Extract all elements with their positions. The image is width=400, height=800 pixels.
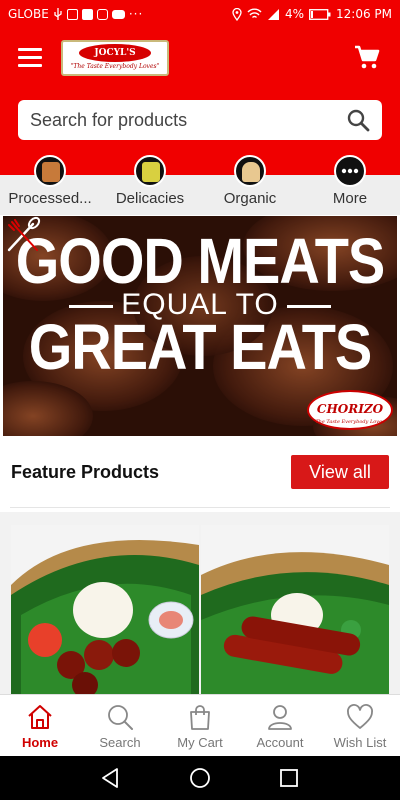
category-label: More (332, 190, 368, 207)
status-bar-left: GLOBE ··· (8, 7, 143, 21)
back-icon[interactable] (98, 766, 122, 790)
banner-headline-top: GOOD MEATS (15, 224, 386, 297)
nav-label: My Cart (177, 735, 223, 750)
delicacies-icon (134, 155, 166, 187)
brand-name: JOCYL'S (79, 44, 151, 62)
signal-icon (267, 9, 279, 20)
chorizo-badge-tagline: "The Taste Everybody Loves" (313, 419, 387, 425)
shopping-bag-icon (190, 705, 210, 730)
battery-percent: 4% (284, 7, 304, 21)
search-input[interactable] (30, 109, 346, 131)
processed-food-icon (34, 155, 66, 187)
hamburger-menu-icon[interactable] (18, 48, 42, 68)
nav-label: Wish List (333, 735, 387, 750)
category-label: Processed... (8, 190, 92, 207)
featured-title: Feature Products (11, 462, 160, 482)
category-label: Organic (223, 190, 277, 207)
search-icon[interactable] (346, 108, 370, 132)
battery-icon (309, 8, 331, 20)
nav-search[interactable]: Search (80, 695, 160, 757)
facebook-icon (81, 8, 93, 20)
banner-headline-bottom: GREAT EATS (28, 310, 373, 383)
home-icon (28, 705, 52, 729)
carrier-label: GLOBE (8, 7, 49, 21)
product-card[interactable] (201, 525, 389, 695)
nav-label: Account (256, 735, 304, 750)
nav-cart[interactable]: My Cart (160, 695, 240, 757)
home-circle-icon[interactable] (188, 766, 212, 790)
nav-label: Search (99, 735, 141, 750)
more-dots-icon: ··· (128, 7, 144, 21)
app-bar: JOCYL'S "The Taste Everybody Loves" (0, 28, 400, 90)
account-icon (268, 705, 292, 730)
nav-wishlist[interactable]: Wish List (320, 695, 400, 757)
product-image (11, 525, 199, 695)
chorizo-badge: CHORIZO "The Taste Everybody Loves" (307, 390, 393, 430)
clock-time: 12:06 PM (336, 7, 392, 21)
promo-banner[interactable]: GOOD MEATS EQUAL TO GREAT EATS CHORIZO "… (3, 216, 397, 436)
category-delicacies[interactable]: Delicacies (100, 155, 200, 215)
system-navigation-bar (0, 756, 400, 800)
youtube-icon (111, 9, 125, 19)
organic-icon (234, 155, 266, 187)
nav-label: Home (21, 735, 59, 750)
category-organic[interactable]: Organic (200, 155, 300, 215)
nav-home[interactable]: Home (0, 695, 80, 757)
nav-account[interactable]: Account (240, 695, 320, 757)
message-icon (66, 8, 78, 20)
location-icon (232, 7, 242, 21)
brand-logo[interactable]: JOCYL'S "The Taste Everybody Loves" (61, 40, 169, 76)
divider (10, 507, 390, 508)
fork-spoon-icon (7, 216, 41, 252)
recents-icon[interactable] (277, 766, 301, 790)
more-icon (334, 155, 366, 187)
cart-icon[interactable] (354, 44, 380, 70)
category-processed[interactable]: Processed... (0, 155, 100, 215)
search-icon (108, 705, 133, 730)
usb-icon (54, 8, 62, 20)
view-all-button[interactable]: View all (291, 455, 389, 489)
product-image (201, 525, 389, 695)
category-bar: Processed... Delicacies Organic More (0, 155, 400, 215)
bottom-navigation: Home Search My Cart Account Wish List (0, 694, 400, 756)
wifi-icon (247, 8, 262, 19)
instagram-icon (96, 8, 108, 20)
chorizo-badge-text: CHORIZO (316, 402, 384, 416)
status-bar-right: 4% 12:06 PM (232, 7, 392, 21)
product-card[interactable] (11, 525, 199, 695)
category-label: Delicacies (115, 190, 185, 207)
heart-icon (347, 704, 373, 729)
search-bar (18, 100, 382, 140)
category-more[interactable]: More (300, 155, 400, 215)
brand-tagline: "The Taste Everybody Loves" (70, 63, 160, 70)
featured-header: Feature Products View all (0, 436, 400, 512)
status-bar: GLOBE ··· 4% 12:06 PM (0, 0, 400, 28)
